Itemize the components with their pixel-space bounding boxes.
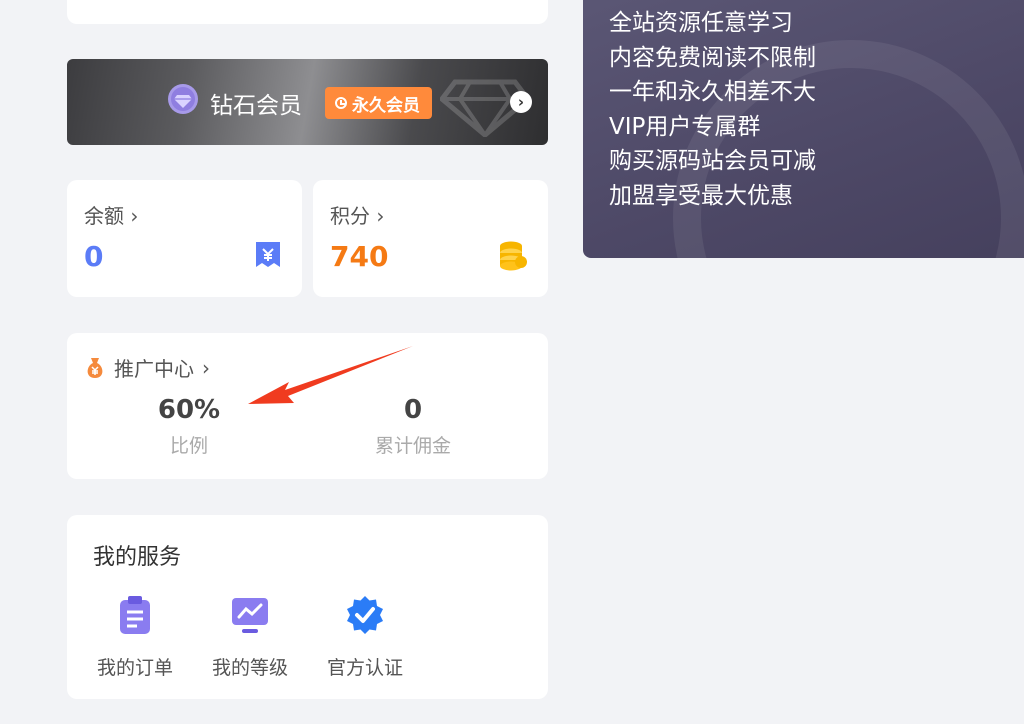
benefit-item: VIP用户专属群 [609, 113, 761, 140]
promotion-title: 推广中心 [114, 357, 194, 381]
balance-card[interactable]: 余额 › 0 [67, 180, 302, 297]
benefits-list: 全站资源任意学习 内容免费阅读不限制 一年和永久相差不大 VIP用户专属群 购买… [609, 6, 816, 214]
my-services-card: 我的服务 我的订单 我的等级 官方认证 [67, 515, 548, 699]
commission-value: 0 [403, 395, 423, 425]
wallet-yen-icon [256, 242, 280, 267]
vip-badge: 永久会员 [325, 87, 432, 119]
service-item-orders[interactable]: 我的订单 [85, 595, 185, 680]
money-bag-icon [87, 357, 103, 378]
points-value: 740 [330, 240, 389, 273]
service-label: 官方认证 [326, 657, 403, 679]
vip-benefits-panel: 全站资源任意学习 内容免费阅读不限制 一年和永久相差不大 VIP用户专属群 购买… [583, 0, 1024, 258]
chevron-right-circle-icon[interactable]: › [510, 91, 532, 113]
points-label: 积分 › [330, 204, 385, 228]
benefit-item: 全站资源任意学习 [609, 10, 793, 36]
clipboard-icon [120, 596, 150, 634]
points-card[interactable]: 积分 › 740 [313, 180, 548, 297]
benefit-item: 一年和永久相差不大 [609, 79, 816, 106]
verified-icon [347, 596, 383, 634]
promotion-stat-rate: 60% 比例 [89, 395, 289, 458]
clock-icon [335, 97, 347, 109]
coins-icon [500, 241, 527, 271]
benefit-item: 内容免费阅读不限制 [609, 44, 816, 71]
rate-value: 60% [157, 395, 221, 425]
service-item-level[interactable]: 我的等级 [200, 595, 300, 680]
promotion-header[interactable]: 推广中心 › [84, 353, 210, 382]
services-title: 我的服务 [93, 545, 182, 570]
vip-badge-label: 永久会员 [352, 95, 420, 116]
vip-banner[interactable]: 钻石会员 永久会员 › [67, 59, 548, 145]
promotion-center-card[interactable]: 推广中心 › 60% 比例 0 累计佣金 [67, 333, 548, 479]
quick-links-card [67, 0, 548, 24]
balance-label: 余额 › [84, 204, 139, 228]
chevron-right-icon: › [202, 355, 210, 380]
diamond-gem-icon [168, 84, 198, 114]
vip-title: 钻石会员 [210, 93, 302, 119]
service-item-verification[interactable]: 官方认证 [315, 595, 415, 680]
service-label: 我的订单 [96, 657, 173, 679]
benefit-item: 加盟享受最大优惠 [609, 182, 793, 209]
benefit-item: 购买源码站会员可减 [609, 148, 816, 175]
commission-label: 累计佣金 [374, 435, 451, 457]
service-label: 我的等级 [211, 657, 288, 679]
rate-label: 比例 [169, 435, 208, 457]
balance-value: 0 [84, 240, 104, 273]
chart-icon [232, 598, 268, 633]
promotion-stat-commission: 0 累计佣金 [313, 395, 513, 458]
